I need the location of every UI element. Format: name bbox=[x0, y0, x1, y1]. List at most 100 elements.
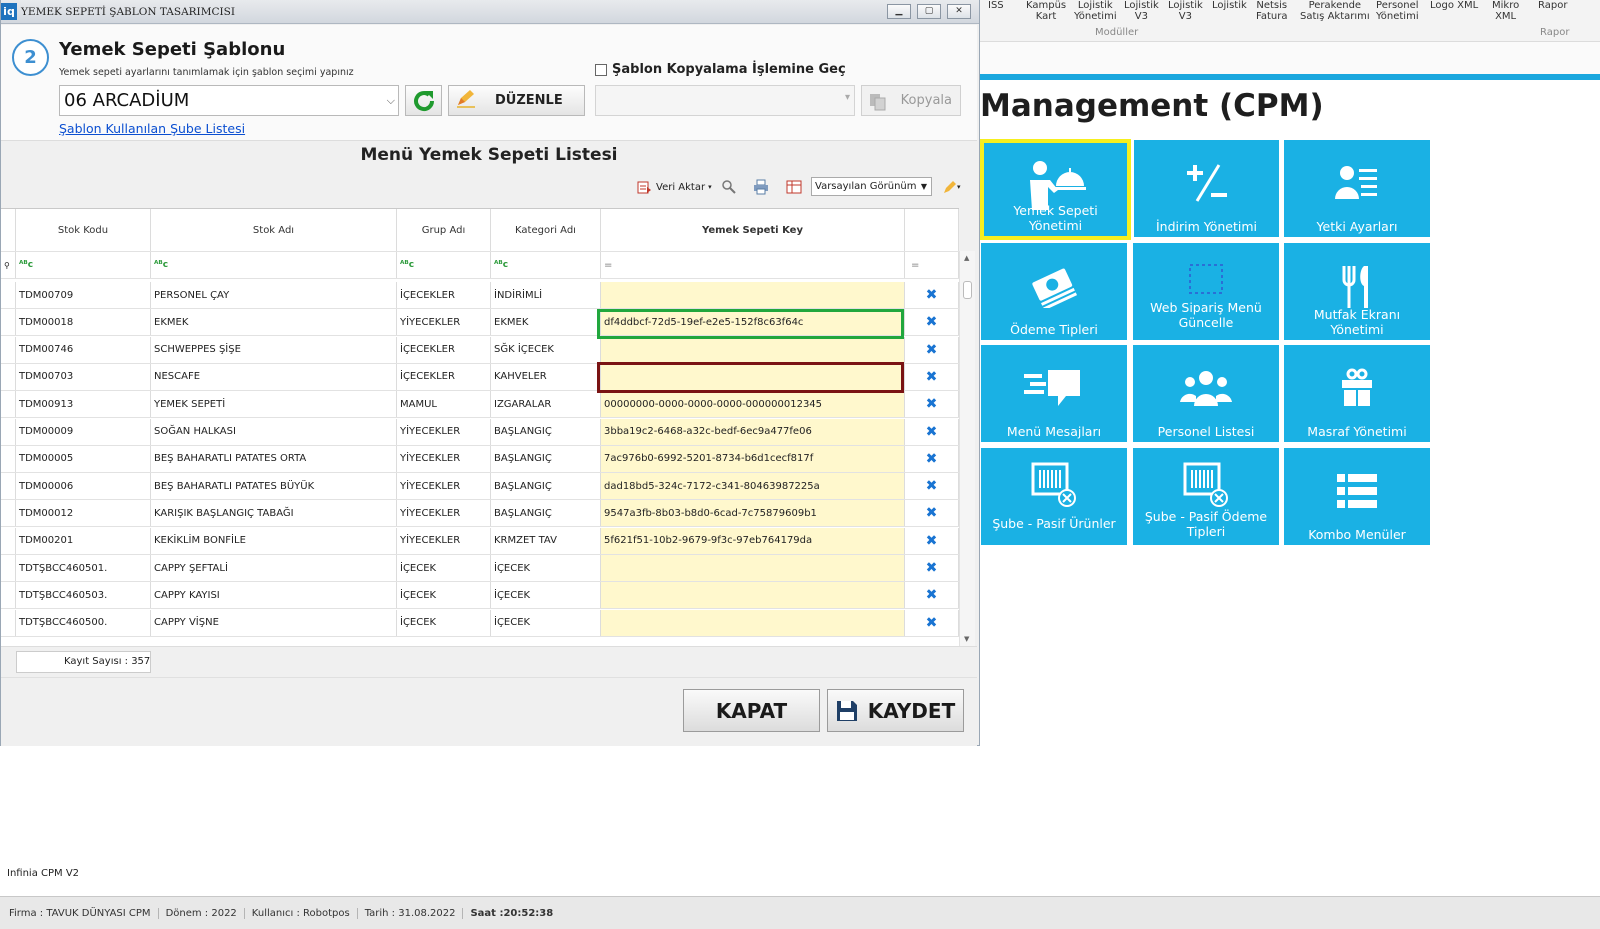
ribbon-item-lojistik-yonetimi[interactable]: Lojistik Yönetimi bbox=[1074, 0, 1117, 22]
cell-stok-adi[interactable]: EKMEK bbox=[151, 309, 397, 336]
cell-stok-kodu[interactable]: TDM00746 bbox=[16, 336, 151, 363]
cell-grup-adi[interactable]: YİYECEKLER bbox=[397, 500, 491, 527]
cell-stok-kodu[interactable]: TDM00201 bbox=[16, 527, 151, 554]
cell-stok-adi[interactable]: KEKİKLİM BONFİLE bbox=[151, 527, 397, 554]
cell-stok-kodu[interactable]: TDM00005 bbox=[16, 445, 151, 472]
cell-stok-kodu[interactable]: TDM00009 bbox=[16, 418, 151, 445]
tile-sube-pasif-odeme[interactable]: Şube - Pasif Ödeme Tipleri bbox=[1133, 448, 1279, 545]
scroll-down-icon[interactable]: ▼ bbox=[964, 635, 969, 643]
delete-row-icon[interactable]: ✖ bbox=[905, 363, 959, 390]
cell-stok-adi[interactable]: BEŞ BAHARATLI PATATES ORTA bbox=[151, 445, 397, 472]
cell-kategori-adi[interactable]: BAŞLANGIÇ bbox=[491, 473, 601, 500]
cell-stok-adi[interactable]: PERSONEL ÇAY bbox=[151, 282, 397, 308]
tile-kombo-menuler[interactable]: Kombo Menüler bbox=[1284, 448, 1430, 545]
row-indicator[interactable] bbox=[1, 391, 16, 418]
delete-row-icon[interactable]: ✖ bbox=[905, 609, 959, 636]
cell-stok-kodu[interactable]: TDM00709 bbox=[16, 282, 151, 308]
maximize-button[interactable]: ▢ bbox=[917, 4, 941, 19]
cell-grup-adi[interactable]: İÇECEKLER bbox=[397, 282, 491, 308]
cell-stok-adi[interactable]: YEMEK SEPETİ bbox=[151, 391, 397, 418]
ribbon-item-personel-yonetimi[interactable]: Personel Yönetimi bbox=[1376, 0, 1419, 22]
cell-kategori-adi[interactable]: BAŞLANGIÇ bbox=[491, 500, 601, 527]
cell-stok-adi[interactable]: CAPPY VİŞNE bbox=[151, 609, 397, 636]
ribbon-item-lojistik-v3-a[interactable]: Lojistik V3 bbox=[1124, 0, 1159, 22]
search-button[interactable] bbox=[721, 177, 737, 197]
copy-template-select[interactable]: ▾ bbox=[595, 85, 855, 116]
column-header-yemek-sepeti-key[interactable]: Yemek Sepeti Key bbox=[601, 209, 905, 251]
title-bar[interactable]: iq YEMEK SEPETİ ŞABLON TASARIMCISI ▁ ▢ ✕ bbox=[1, 0, 979, 24]
table-row[interactable]: TDM00009 SOĞAN HALKASI YİYECEKLER BAŞLANGIÇ… bbox=[1, 418, 959, 446]
refresh-button[interactable] bbox=[405, 85, 442, 116]
cell-stok-adi[interactable]: SCHWEPPES ŞİŞE bbox=[151, 336, 397, 363]
column-header-kategori-adi[interactable]: Kategori Adı bbox=[491, 209, 601, 251]
cell-kategori-adi[interactable]: İÇECEK bbox=[491, 582, 601, 609]
row-indicator[interactable] bbox=[1, 582, 16, 609]
cell-stok-kodu[interactable]: TDM00703 bbox=[16, 363, 151, 390]
cell-kategori-adi[interactable]: İÇECEK bbox=[491, 555, 601, 581]
column-header-stok-adi[interactable]: Stok Adı bbox=[151, 209, 397, 251]
table-row[interactable]: TDM00913 YEMEK SEPETİ MAMUL IZGARALAR 000000… bbox=[1, 391, 959, 419]
print-button[interactable] bbox=[753, 177, 769, 197]
copy-button[interactable]: Kopyala bbox=[861, 85, 961, 116]
cell-yemek-sepeti-key[interactable]: 3bba19c2-6468-a32c-bedf-6ec9a477fe06 bbox=[601, 418, 905, 445]
cell-yemek-sepeti-key[interactable]: dad18bd5-324c-7172-c341-80463987225a bbox=[601, 473, 905, 500]
table-row[interactable]: TDM00201 KEKİKLİM BONFİLE YİYECEKLER KRMZET… bbox=[1, 527, 959, 555]
close-button[interactable]: KAPAT bbox=[683, 689, 820, 732]
row-indicator[interactable] bbox=[1, 609, 16, 636]
copy-mode-checkbox[interactable]: Şablon Kopyalama İşlemine Geç bbox=[595, 62, 846, 77]
cell-yemek-sepeti-key[interactable]: 9547a3fb-8b03-b8d0-6cad-7c75879609b1 bbox=[601, 500, 905, 527]
scroll-thumb[interactable] bbox=[963, 281, 972, 299]
table-row[interactable]: TDM00006 BEŞ BAHARATLI PATATES BÜYÜK YİYEC… bbox=[1, 473, 959, 501]
cell-kategori-adi[interactable]: İNDİRİMLİ bbox=[491, 282, 601, 308]
cell-stok-kodu[interactable]: TDM00018 bbox=[16, 309, 151, 336]
tile-yemek-sepeti-yonetimi[interactable]: Yemek Sepeti Yönetimi bbox=[980, 139, 1131, 240]
cell-stok-adi[interactable]: CAPPY KAYISI bbox=[151, 582, 397, 609]
cell-kategori-adi[interactable]: BAŞLANGIÇ bbox=[491, 418, 601, 445]
cell-grup-adi[interactable]: İÇECEK bbox=[397, 555, 491, 581]
filter-kategori-adi[interactable]: ᴬᴮc bbox=[491, 252, 601, 278]
delete-row-icon[interactable]: ✖ bbox=[905, 555, 959, 581]
table-row[interactable]: TDM00012 KARIŞIK BAŞLANGIÇ TABAĞI YİYECEKL… bbox=[1, 500, 959, 528]
cell-yemek-sepeti-key[interactable] bbox=[601, 582, 905, 609]
delete-row-icon[interactable]: ✖ bbox=[905, 527, 959, 554]
table-row[interactable]: TDM00005 BEŞ BAHARATLI PATATES ORTA YİYECE… bbox=[1, 445, 959, 473]
cell-grup-adi[interactable]: İÇECEKLER bbox=[397, 363, 491, 390]
ribbon-item-kampus-kart[interactable]: Kampüs Kart bbox=[1026, 0, 1066, 22]
delete-row-icon[interactable]: ✖ bbox=[905, 473, 959, 500]
cell-stok-kodu[interactable]: TDTŞBCC460501. bbox=[16, 555, 151, 581]
row-indicator[interactable] bbox=[1, 363, 16, 390]
row-indicator[interactable] bbox=[1, 555, 16, 581]
table-row[interactable]: TDM00746 SCHWEPPES ŞİŞE İÇECEKLER SĞK İÇECE… bbox=[1, 336, 959, 364]
cell-yemek-sepeti-key[interactable] bbox=[601, 555, 905, 581]
edit-layout-button[interactable]: ▾ bbox=[943, 177, 961, 197]
checkbox-box[interactable] bbox=[595, 63, 607, 76]
cell-stok-kodu[interactable]: TDTŞBCC460500. bbox=[16, 609, 151, 636]
ribbon-item-lojistik-v3-b[interactable]: Lojistik V3 bbox=[1168, 0, 1203, 22]
scroll-up-icon[interactable]: ▲ bbox=[964, 254, 969, 262]
cell-grup-adi[interactable]: YİYECEKLER bbox=[397, 473, 491, 500]
cell-grup-adi[interactable]: İÇECEKLER bbox=[397, 336, 491, 363]
cell-grup-adi[interactable]: MAMUL bbox=[397, 391, 491, 418]
delete-row-icon[interactable]: ✖ bbox=[905, 309, 959, 336]
cell-kategori-adi[interactable]: SĞK İÇECEK bbox=[491, 336, 601, 363]
cell-kategori-adi[interactable]: İÇECEK bbox=[491, 609, 601, 636]
cell-kategori-adi[interactable]: IZGARALAR bbox=[491, 391, 601, 418]
cell-stok-adi[interactable]: NESCAFE bbox=[151, 363, 397, 390]
cell-stok-kodu[interactable]: TDTŞBCC460503. bbox=[16, 582, 151, 609]
ribbon-item-lojistik[interactable]: Lojistik bbox=[1212, 0, 1247, 11]
edit-button[interactable]: DÜZENLE bbox=[448, 85, 585, 116]
cell-grup-adi[interactable]: YİYECEKLER bbox=[397, 418, 491, 445]
cell-kategori-adi[interactable]: KAHVELER bbox=[491, 363, 601, 390]
row-indicator[interactable] bbox=[1, 336, 16, 363]
close-window-button[interactable]: ✕ bbox=[947, 4, 971, 19]
row-indicator[interactable] bbox=[1, 282, 16, 308]
cell-yemek-sepeti-key[interactable] bbox=[601, 282, 905, 308]
ribbon-item-logo-xml[interactable]: Logo XML bbox=[1430, 0, 1478, 11]
cell-stok-adi[interactable]: KARIŞIK BAŞLANGIÇ TABAĞI bbox=[151, 500, 397, 527]
row-indicator[interactable] bbox=[1, 418, 16, 445]
cell-grup-adi[interactable]: İÇECEK bbox=[397, 609, 491, 636]
minimize-button[interactable]: ▁ bbox=[887, 4, 911, 19]
delete-row-icon[interactable]: ✖ bbox=[905, 336, 959, 363]
tile-sube-pasif-urunler[interactable]: Şube - Pasif Ürünler bbox=[981, 448, 1127, 545]
cell-stok-kodu[interactable]: TDM00006 bbox=[16, 473, 151, 500]
